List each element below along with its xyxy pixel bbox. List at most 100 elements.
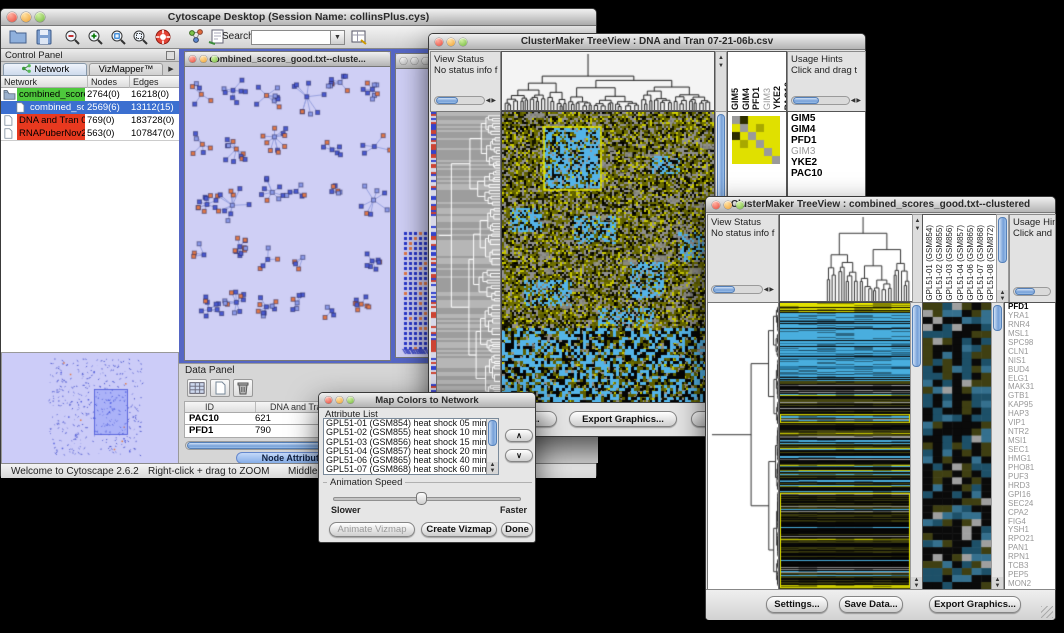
create-vizmap-button[interactable]: Create Vizmap	[421, 522, 497, 537]
animation-slider-thumb[interactable]	[416, 492, 427, 505]
gene-label[interactable]: PAN1	[1005, 544, 1055, 553]
animate-vizmap-button[interactable]: Animate Vizmap	[329, 522, 415, 537]
scrollbar-thumb[interactable]	[488, 420, 497, 446]
zoom-out-icon[interactable]	[63, 28, 83, 46]
column-dendrogram[interactable]	[502, 52, 714, 110]
row-label[interactable]: GIM4	[788, 124, 865, 135]
scroll-right-arrow[interactable]: ▶	[769, 286, 774, 294]
pane-splitter-arrows[interactable]: ▲▼	[716, 52, 726, 111]
gene-label[interactable]: MON2	[1005, 580, 1055, 589]
labels-vscrollbar[interactable]: ▲▼	[997, 215, 1008, 302]
close-button[interactable]	[189, 56, 196, 63]
network-row-dna-tran[interactable]: DNA and Tran 07 769(0) 183728(0)	[1, 114, 179, 127]
scroll-right-arrow[interactable]: ▶	[491, 97, 496, 105]
close-button[interactable]	[435, 38, 443, 46]
column-dendrogram[interactable]	[780, 215, 912, 301]
zoom-in-icon[interactable]	[86, 28, 106, 46]
gene-label[interactable]: PEP5	[1005, 571, 1055, 580]
move-up-button[interactable]: ∧	[505, 429, 533, 442]
gene-label[interactable]: SEC24	[1005, 500, 1055, 509]
gene-label[interactable]: NIS1	[1005, 357, 1055, 366]
treeview2-titlebar[interactable]: ClusterMaker TreeView : combined_scores_…	[706, 197, 1055, 213]
minimize-button[interactable]	[411, 58, 418, 65]
scrollbar-thumb[interactable]	[713, 286, 735, 293]
window-controls[interactable]	[7, 12, 45, 22]
gene-label[interactable]: KAP95	[1005, 401, 1055, 410]
birdseye-overview[interactable]	[2, 353, 178, 463]
global-heatmap[interactable]	[502, 112, 714, 402]
network-canvas[interactable]	[185, 67, 390, 360]
gene-label[interactable]: MSL1	[1005, 330, 1055, 339]
gene-label[interactable]: YSH1	[1005, 526, 1055, 535]
scroll-arrows[interactable]: ▲▼	[992, 577, 1003, 589]
gene-label[interactable]: RPN1	[1005, 553, 1055, 562]
scrollbar-thumb[interactable]	[436, 97, 458, 104]
gene-label[interactable]: SEC1	[1005, 446, 1055, 455]
gene-label[interactable]: BUD4	[1005, 366, 1055, 375]
zoom-button[interactable]	[35, 12, 45, 22]
gene-label[interactable]: MAK31	[1005, 383, 1055, 392]
gene-label[interactable]: CLN1	[1005, 348, 1055, 357]
minimize-button[interactable]	[724, 201, 732, 209]
scroll-left-arrow[interactable]: ◀	[486, 97, 491, 105]
gene-label[interactable]: HMG1	[1005, 455, 1055, 464]
window-controls[interactable]	[400, 58, 429, 65]
window-controls[interactable]	[189, 56, 218, 63]
export-graphics-button[interactable]: Export Graphics...	[569, 411, 677, 427]
gene-label[interactable]: PFD1	[1005, 303, 1055, 312]
tab-vizmapper[interactable]: VizMapper™	[89, 63, 163, 76]
treeview1-titlebar[interactable]: ClusterMaker TreeView : DNA and Tran 07-…	[429, 34, 865, 50]
scrollbar-thumb[interactable]	[993, 305, 1002, 331]
plugin-manager-icon[interactable]	[187, 28, 207, 46]
usage-hints-scrollbar[interactable]: ◀▶	[791, 96, 861, 105]
zoom-selected-icon[interactable]	[109, 28, 129, 46]
network-view-titlebar[interactable]: combined_scores_good.txt--cluste...	[185, 52, 390, 67]
zoom-heatmap[interactable]	[923, 303, 991, 589]
export-graphics-button[interactable]: Export Graphics...	[929, 596, 1021, 613]
scroll-right-arrow[interactable]: ▶	[856, 97, 861, 105]
scroll-arrows[interactable]: ▲▼	[997, 290, 1008, 302]
attribute-list[interactable]: GPL51-01 (GSM854) heat shock 05 min GPL5…	[323, 418, 499, 475]
scroll-arrows[interactable]: ▲▼	[487, 462, 498, 474]
window-controls[interactable]	[435, 38, 467, 46]
row-dendrogram[interactable]	[437, 112, 500, 402]
attribute-item[interactable]: GPL51-07 (GSM868) heat shock 60 min	[324, 465, 498, 474]
attribute-browser-icon[interactable]	[349, 28, 369, 46]
global-heatmap[interactable]	[780, 303, 910, 589]
zoom-button[interactable]	[347, 397, 354, 404]
zoom-heatmap[interactable]	[732, 116, 780, 164]
resize-grip[interactable]	[1041, 606, 1053, 618]
trash-icon[interactable]	[233, 379, 253, 397]
gene-label[interactable]: VIP1	[1005, 419, 1055, 428]
window-controls[interactable]	[712, 201, 744, 209]
view-status-scrollbar[interactable]: ◀▶	[711, 285, 774, 294]
settings-button[interactable]: Settings...	[766, 596, 828, 613]
pane-splitter-arrows[interactable]: ▲▼	[913, 215, 922, 302]
help-lifebuoy-icon[interactable]	[154, 28, 174, 46]
gene-label[interactable]: GTB1	[1005, 392, 1055, 401]
scroll-left-arrow[interactable]: ◀	[764, 286, 769, 294]
window-controls[interactable]	[325, 397, 354, 404]
scroll-left-arrow[interactable]: ◀	[851, 97, 856, 105]
close-button[interactable]	[325, 397, 332, 404]
animation-slider-track[interactable]	[333, 497, 521, 501]
tab-overflow-arrow[interactable]: ▶	[165, 63, 177, 76]
close-button[interactable]	[7, 12, 17, 22]
network-row-combined-scores[interactable]: combined_scores 2764(0) 16218(0)	[1, 88, 179, 101]
view-status-scrollbar[interactable]: ◀▶	[434, 96, 496, 105]
search-input[interactable]	[251, 30, 331, 45]
heatmap-vscrollbar[interactable]: ▲▼	[911, 303, 922, 589]
main-titlebar[interactable]: Cytoscape Desktop (Session Name: collins…	[1, 9, 596, 26]
minimize-button[interactable]	[447, 38, 455, 46]
gene-label[interactable]: TCB3	[1005, 562, 1055, 571]
gene-label[interactable]: FIG4	[1005, 518, 1055, 527]
minimize-button[interactable]	[21, 12, 31, 22]
gene-label[interactable]: GPI16	[1005, 491, 1055, 500]
new-attribute-icon[interactable]	[210, 379, 230, 397]
save-data-button[interactable]: Save Data...	[839, 596, 903, 613]
row-label[interactable]: PAC10	[788, 168, 865, 179]
zoom-button[interactable]	[459, 38, 467, 46]
close-button[interactable]	[712, 201, 720, 209]
scrollbar-thumb[interactable]	[998, 217, 1007, 263]
gene-label[interactable]: PHO81	[1005, 464, 1055, 473]
